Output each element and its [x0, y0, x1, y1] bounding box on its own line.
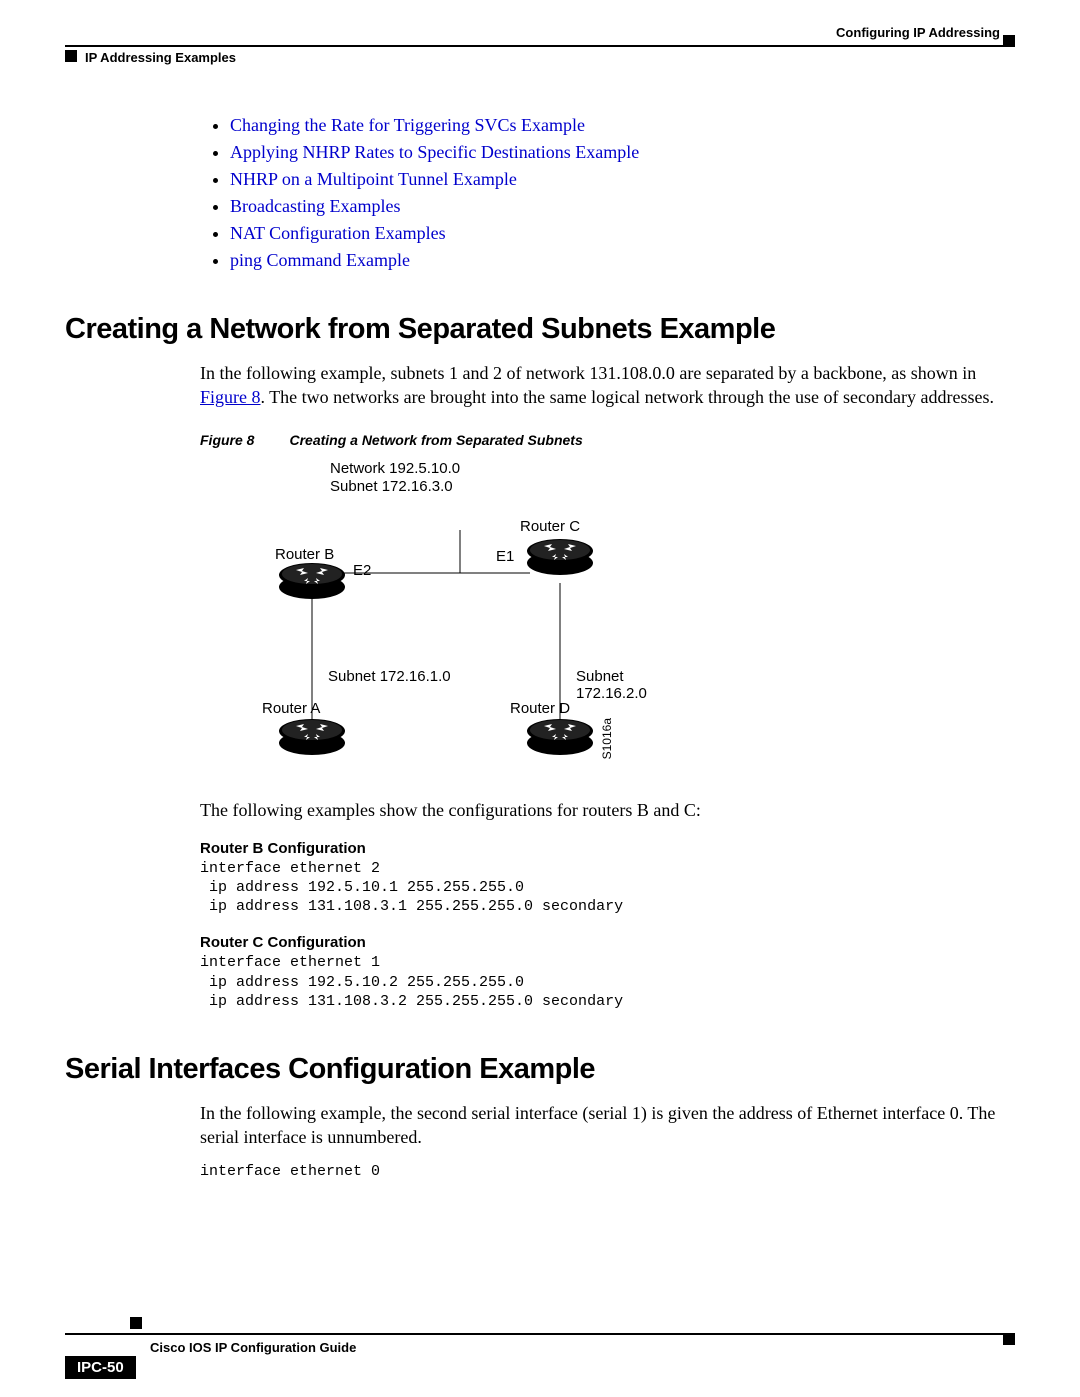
list-item: Changing the Rate for Triggering SVCs Ex… — [230, 115, 1015, 136]
diagram-routerC-label: Router C — [520, 518, 580, 535]
diagram-e1-label: E1 — [496, 548, 514, 565]
list-item: Applying NHRP Rates to Specific Destinat… — [230, 142, 1015, 163]
routerB-config-heading: Router B Configuration — [200, 840, 1015, 857]
diagram-routerD-label: Router D — [510, 700, 570, 717]
link-list: Changing the Rate for Triggering SVCs Ex… — [200, 115, 1015, 271]
header-rule — [65, 45, 1015, 47]
diagram-code: S1016a — [600, 718, 614, 759]
header-marker-right — [1003, 35, 1015, 47]
header-marker-left — [65, 50, 77, 62]
routerB-config-code: interface ethernet 2 ip address 192.5.10… — [200, 859, 1015, 917]
routerC-config-code: interface ethernet 1 ip address 192.5.10… — [200, 953, 1015, 1011]
section2-para: In the following example, the second ser… — [200, 1101, 1015, 1150]
link-broadcasting[interactable]: Broadcasting Examples — [230, 196, 400, 216]
router-icon — [526, 718, 594, 756]
footer-marker-left — [130, 1317, 142, 1329]
footer-title: Cisco IOS IP Configuration Guide — [150, 1340, 356, 1355]
network-diagram: Network 192.5.10.0 Subnet 172.16.3.0 Rou… — [200, 460, 650, 780]
figure-ref[interactable]: Figure 8 — [200, 387, 261, 407]
para1-text-a: In the following example, subnets 1 and … — [200, 363, 976, 383]
link-ping[interactable]: ping Command Example — [230, 250, 410, 270]
running-header-right: Configuring IP Addressing — [836, 25, 1000, 40]
link-svcs[interactable]: Changing the Rate for Triggering SVCs Ex… — [230, 115, 585, 135]
link-nhrp-tunnel[interactable]: NHRP on a Multipoint Tunnel Example — [230, 169, 517, 189]
list-item: ping Command Example — [230, 250, 1015, 271]
router-icon — [526, 538, 594, 576]
running-header-left: IP Addressing Examples — [85, 50, 236, 65]
figure-number: Figure 8 — [200, 432, 254, 448]
footer-rule — [65, 1333, 1015, 1335]
link-nat[interactable]: NAT Configuration Examples — [230, 223, 446, 243]
list-item: NAT Configuration Examples — [230, 223, 1015, 244]
figure-title: Creating a Network from Separated Subnet… — [289, 432, 582, 448]
page-number: IPC-50 — [65, 1356, 136, 1379]
list-item: NHRP on a Multipoint Tunnel Example — [230, 169, 1015, 190]
section2-code: interface ethernet 0 — [200, 1162, 1015, 1181]
diagram-routerB-label: Router B — [275, 546, 334, 563]
section1-para1: In the following example, subnets 1 and … — [200, 361, 1015, 410]
diagram-subnet1-label: Subnet 172.16.1.0 — [328, 668, 451, 685]
list-item: Broadcasting Examples — [230, 196, 1015, 217]
router-icon — [278, 718, 346, 756]
section1-title: Creating a Network from Separated Subnet… — [65, 313, 1015, 346]
routerC-config-heading: Router C Configuration — [200, 934, 1015, 951]
figure-caption: Figure 8 Creating a Network from Separate… — [200, 432, 1015, 448]
diagram-subnet2-label: Subnet 172.16.2.0 — [576, 668, 650, 702]
diagram-e2-label: E2 — [353, 562, 371, 579]
diagram-routerA-label: Router A — [262, 700, 320, 717]
footer-marker-right — [1003, 1333, 1015, 1345]
link-nhrp-rates[interactable]: Applying NHRP Rates to Specific Destinat… — [230, 142, 639, 162]
para1-text-b: . The two networks are brought into the … — [261, 387, 994, 407]
section1-para2: The following examples show the configur… — [200, 798, 1015, 822]
section2-title: Serial Interfaces Configuration Example — [65, 1053, 1015, 1086]
router-icon — [278, 562, 346, 600]
